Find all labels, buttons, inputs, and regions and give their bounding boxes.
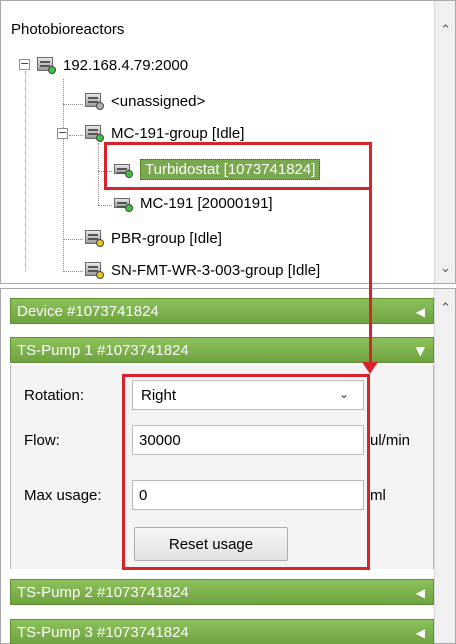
panel-scrollbar[interactable]: ⌃ — [434, 289, 455, 643]
annotation-highlight-node — [104, 142, 372, 190]
flow-unit: ul/min — [370, 432, 411, 449]
annotation-arrow-icon — [362, 362, 378, 374]
scroll-up-icon[interactable]: ⌃ — [435, 299, 455, 319]
tree-node-pbr-group[interactable]: PBR-group [Idle] — [83, 226, 222, 250]
tree-connector — [63, 271, 83, 272]
tree-connector — [69, 135, 83, 136]
server-icon — [83, 261, 105, 279]
expand-down-icon: ▼ — [415, 344, 425, 358]
tree-connector — [98, 143, 99, 205]
collapse-left-icon: ◀ — [415, 626, 425, 640]
flow-label: Flow: — [24, 432, 60, 449]
server-icon — [83, 124, 105, 142]
collapse-left-icon: ◀ — [415, 586, 425, 600]
server-icon — [83, 92, 105, 110]
tree-connector — [63, 239, 83, 240]
tree-node-sn-fmt-group[interactable]: SN-FMT-WR-3-003-group [Idle] — [83, 258, 320, 282]
scroll-up-icon[interactable]: ⌃ — [435, 21, 455, 41]
scroll-down-icon[interactable]: ⌄ — [435, 259, 455, 279]
rotation-label: Rotation: — [24, 387, 85, 404]
annotation-connector — [369, 142, 372, 362]
tree-connector — [98, 205, 112, 206]
server-icon — [83, 229, 105, 247]
tree-node-host[interactable]: 192.168.4.79:2000 — [35, 53, 188, 77]
max-usage-label: Max usage: — [24, 487, 102, 504]
collapse-toggle[interactable]: − — [19, 58, 30, 70]
tree-connector — [25, 71, 26, 271]
tree-scrollbar[interactable]: ⌃ ⌄ — [434, 1, 455, 283]
tree-connector — [63, 79, 64, 272]
server-icon — [35, 56, 57, 74]
collapse-left-icon: ◀ — [415, 305, 425, 319]
device-icon — [112, 194, 134, 212]
tree-node-unassigned[interactable]: <unassigned> — [83, 89, 205, 113]
tree-node-mc191[interactable]: MC-191 [20000191] — [112, 191, 273, 215]
tree-connector — [63, 104, 83, 105]
panel-header-pump2[interactable]: TS-Pump 2 #1073741824 ◀ — [10, 579, 434, 605]
max-usage-unit: ml — [370, 487, 386, 504]
annotation-highlight-form — [122, 374, 370, 570]
tree-root-label: Photobioreactors — [11, 21, 125, 38]
panel-header-pump3[interactable]: TS-Pump 3 #1073741824 ◀ — [10, 619, 434, 644]
collapse-toggle[interactable]: − — [57, 127, 68, 139]
